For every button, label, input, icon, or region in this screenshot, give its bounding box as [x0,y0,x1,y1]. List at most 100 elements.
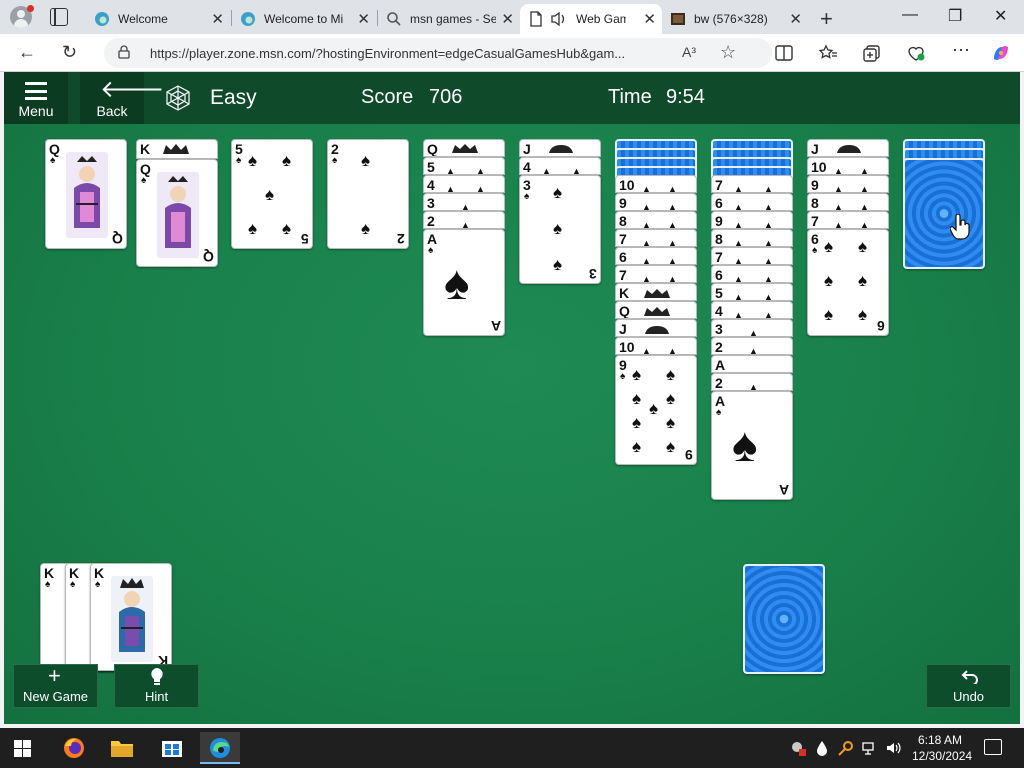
droplet-icon[interactable] [814,740,830,756]
close-window-button[interactable]: ✕ [994,6,1007,26]
card-six-spades[interactable]: 6 ▲ ▲ [711,193,793,211]
split-screen-icon[interactable] [774,44,794,62]
card-ten-spades[interactable]: 10 ▲ ▲ [615,337,697,355]
card-ten-spades[interactable]: 10 ▲ ▲ [807,157,889,175]
card-five-spades[interactable]: 5 ▲ ▲ [423,157,505,175]
browser-essentials-icon[interactable] [906,44,926,62]
card-six-spades[interactable]: 6 ▲ ▲ [615,247,697,265]
card-seven-spades[interactable]: 7 ▲ ▲ [615,265,697,283]
card-nine-spades[interactable]: 9 ▲ ▲ [615,193,697,211]
card-two-spades[interactable]: 2 ▲ [711,337,793,355]
card-rank: 10 [619,339,635,355]
card-two-spades[interactable]: 2 ▲ [423,211,505,229]
card-six-spades[interactable]: 6 ♠ ♠ ♠ ♠ ♠ ♠ ♠ 6 [807,229,889,336]
card-king-spades[interactable]: K [615,283,697,301]
undo-button[interactable]: Undo [926,664,1011,708]
card-jack-spades[interactable]: J [615,319,697,337]
tab-welcome[interactable]: Welcome ✕ [86,4,230,34]
card-seven-spades[interactable]: 7 ▲ ▲ [711,247,793,265]
volume-icon[interactable] [886,740,902,756]
close-icon[interactable]: ✕ [643,10,656,28]
copilot-icon[interactable] [990,42,1012,64]
hamburger-icon [25,82,47,100]
card-queen-spades[interactable]: Q ♠ Q [45,139,127,249]
back-button[interactable]: 🡐 Back [80,72,164,124]
card-nine-spades[interactable]: 9 ▲ ▲ [807,175,889,193]
card-rank: Q [619,303,630,319]
lock-icon[interactable] [118,45,130,59]
tab-web-game[interactable]: Web Game ✕ [520,4,662,34]
card-two-spades[interactable]: 2 ▲ [711,373,793,391]
card-eight-spades[interactable]: 8 ▲ ▲ [711,229,793,247]
card-five-spades[interactable]: 5 ♠ ♠ ♠ ♠ ♠ ♠ 5 [231,139,313,249]
card-seven-spades[interactable]: 7 ▲ ▲ [711,175,793,193]
key-search-icon[interactable] [838,740,854,756]
stock-pile-deal-button[interactable] [743,564,825,674]
speaker-icon[interactable] [550,11,568,27]
refresh-icon[interactable]: ↻ [62,42,77,63]
card-five-spades[interactable]: 5 ▲ ▲ [711,283,793,301]
edge-taskbar-icon[interactable] [200,732,240,764]
card-ace-spades[interactable]: A ♠ ♠ A [711,391,793,500]
spade-pip-icon: ▲ [734,184,743,193]
card-queen-spades[interactable]: Q [615,301,697,319]
collections-icon[interactable] [862,44,882,62]
card-nine-spades[interactable]: 9 ▲ ▲ [711,211,793,229]
new-game-button[interactable]: + New Game [13,664,98,708]
menu-button[interactable]: Menu [4,72,68,124]
favorites-icon[interactable] [818,44,838,62]
card-three-spades[interactable]: 3 ▲ [711,319,793,337]
notification-center-icon[interactable] [984,739,1002,755]
card-four-spades[interactable]: 4 ▲ ▲ [423,175,505,193]
card-back-facedown[interactable] [903,158,985,269]
card-ace-spades[interactable]: A ♠ ♠ A [423,229,505,336]
new-tab-button[interactable]: + [820,6,833,32]
favorite-star-icon[interactable]: ☆ [720,42,736,63]
network-icon[interactable] [862,740,878,756]
restore-button[interactable]: ❐ [948,6,962,26]
card-four-spades[interactable]: 4 ▲ ▲ [519,157,601,175]
settings-more-icon[interactable]: ⋯ [952,40,970,61]
close-icon[interactable]: ✕ [211,10,224,28]
card-queen-spades[interactable]: Q ♠ Q [136,159,218,267]
tab-bw-image[interactable]: bw (576×328) ✕ [662,4,808,34]
close-icon[interactable]: ✕ [501,10,514,28]
store-taskbar-icon[interactable] [152,732,192,764]
card-king-spades[interactable]: K [136,139,218,159]
firefox-taskbar-icon[interactable] [54,732,94,764]
back-arrow-icon[interactable]: ← [18,42,36,63]
security-warning-icon[interactable] [790,740,806,756]
card-six-spades[interactable]: 6 ▲ ▲ [711,265,793,283]
tab-msn-games-search[interactable]: msn games - Se ✕ [378,4,520,34]
spade-pip-icon: ♠ [632,389,642,408]
card-ten-spades[interactable]: 10 ▲ ▲ [615,175,697,193]
card-seven-spades[interactable]: 7 ▲ ▲ [615,229,697,247]
card-jack-spades[interactable]: J [519,139,601,157]
address-bar[interactable]: https://player.zone.msn.com/?hostingEnvi… [104,38,772,68]
card-ace-spades[interactable]: A [711,355,793,373]
card-three-spades[interactable]: 3 ♠ ♠ ♠ ♠ 3 [519,175,601,284]
card-queen-spades[interactable]: Q [423,139,505,157]
minimize-button[interactable]: — [902,6,918,24]
score-label: Score [361,86,414,108]
tab-actions-icon[interactable] [50,8,68,26]
close-icon[interactable]: ✕ [357,10,370,28]
windows-start-icon[interactable] [14,740,31,757]
url-text[interactable]: https://player.zone.msn.com/?hostingEnvi… [150,46,625,61]
solitaire-game-area[interactable]: Menu 🡐 Back Easy Score 706 Time 9:54 Q ♠ [4,72,1020,724]
card-three-spades[interactable]: 3 ▲ [423,193,505,211]
spade-icon: ♠ [141,175,147,186]
card-two-spades[interactable]: 2 ♠ ♠ ♠ 2 [327,139,409,249]
file-explorer-taskbar-icon[interactable] [102,732,142,764]
card-jack-spades[interactable]: J [807,139,889,157]
card-seven-spades[interactable]: 7 ▲ ▲ [807,211,889,229]
system-clock[interactable]: 6:18 AM 12/30/2024 [912,732,972,764]
tab-welcome-to-mi[interactable]: Welcome to Mi ✕ [232,4,376,34]
card-four-spades[interactable]: 4 ▲ ▲ [711,301,793,319]
card-eight-spades[interactable]: 8 ▲ ▲ [807,193,889,211]
hint-button[interactable]: Hint [114,664,199,708]
close-icon[interactable]: ✕ [789,10,802,28]
card-nine-spades[interactable]: 9 ♠ ♠ ♠ ♠ ♠ ♠ ♠ ♠ ♠ ♠ 9 [615,355,697,465]
card-eight-spades[interactable]: 8 ▲ ▲ [615,211,697,229]
read-aloud-icon[interactable]: A³ [682,44,696,60]
